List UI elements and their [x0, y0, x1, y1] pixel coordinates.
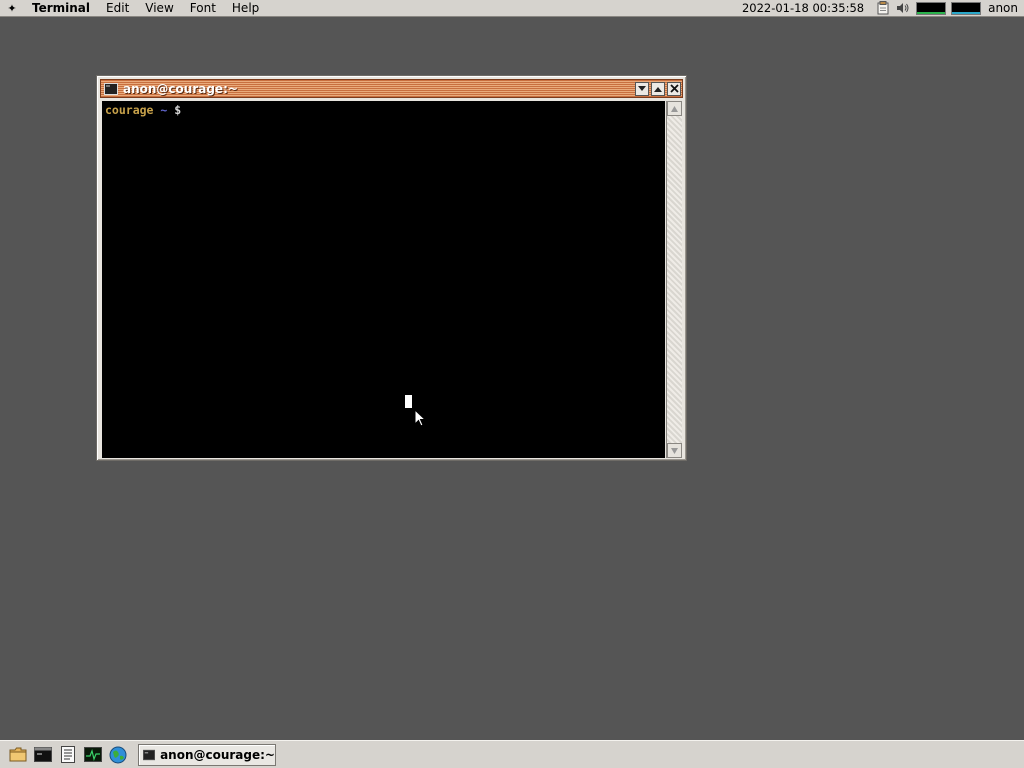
window-title: anon@courage:~	[123, 81, 238, 96]
close-icon	[669, 84, 679, 93]
window-controls	[633, 81, 681, 96]
prompt-hostname: courage	[105, 103, 154, 117]
terminal-icon[interactable]	[104, 82, 118, 95]
network-meter[interactable]	[951, 1, 982, 15]
volume-icon[interactable]	[896, 1, 910, 15]
prompt-path: ~	[160, 103, 168, 117]
close-button[interactable]	[667, 81, 681, 96]
mouse-pointer-icon	[414, 409, 426, 427]
prompt-symbol: $	[174, 103, 182, 117]
web-browser-icon[interactable]	[108, 745, 128, 765]
menu-help[interactable]: Help	[224, 0, 267, 17]
clock[interactable]: 2022-01-18 00:35:58	[742, 1, 876, 15]
menu-bar: ✦ Terminal Edit View Font Help 2022-01-1…	[0, 0, 1024, 17]
text-cursor	[405, 395, 412, 408]
cpu-meter[interactable]	[916, 1, 947, 15]
scroll-down-button[interactable]	[667, 443, 682, 458]
cpu-meter-bar	[917, 11, 946, 14]
scroll-up-button[interactable]	[667, 101, 682, 116]
window-titlebar[interactable]: anon@courage:~	[100, 79, 683, 98]
text-editor-icon[interactable]	[58, 745, 78, 765]
terminal-output[interactable]: courage ~ $	[102, 101, 665, 458]
user-name[interactable]: anon	[986, 1, 1024, 15]
clipboard-icon[interactable]	[876, 1, 890, 15]
maximize-button[interactable]	[651, 81, 665, 96]
folder-icon[interactable]	[8, 745, 28, 765]
arrow-down-icon	[671, 447, 678, 454]
chevron-up-icon	[654, 86, 662, 92]
menu-terminal[interactable]: Terminal	[22, 0, 98, 17]
menu-view[interactable]: View	[137, 0, 181, 17]
vertical-scrollbar[interactable]	[666, 101, 682, 458]
menu-edit[interactable]: Edit	[98, 0, 137, 17]
terminal-icon[interactable]	[33, 745, 53, 765]
task-button-label: anon@courage:~	[160, 747, 275, 762]
arrow-up-icon	[671, 105, 678, 112]
system-monitor-icon[interactable]	[83, 745, 103, 765]
task-button-terminal[interactable]: anon@courage:~	[138, 743, 276, 766]
terminal-icon	[143, 749, 156, 760]
status-area: 2022-01-18 00:35:58 anon	[742, 0, 1024, 17]
terminal-window: anon@courage:~ courage ~ $	[96, 75, 687, 461]
star-icon[interactable]: ✦	[2, 2, 22, 15]
taskbar: anon@courage:~	[0, 740, 1024, 768]
menu-font[interactable]: Font	[182, 0, 224, 17]
network-meter-bar	[952, 11, 981, 14]
chevron-down-icon	[638, 85, 646, 91]
minimize-button[interactable]	[635, 81, 649, 96]
